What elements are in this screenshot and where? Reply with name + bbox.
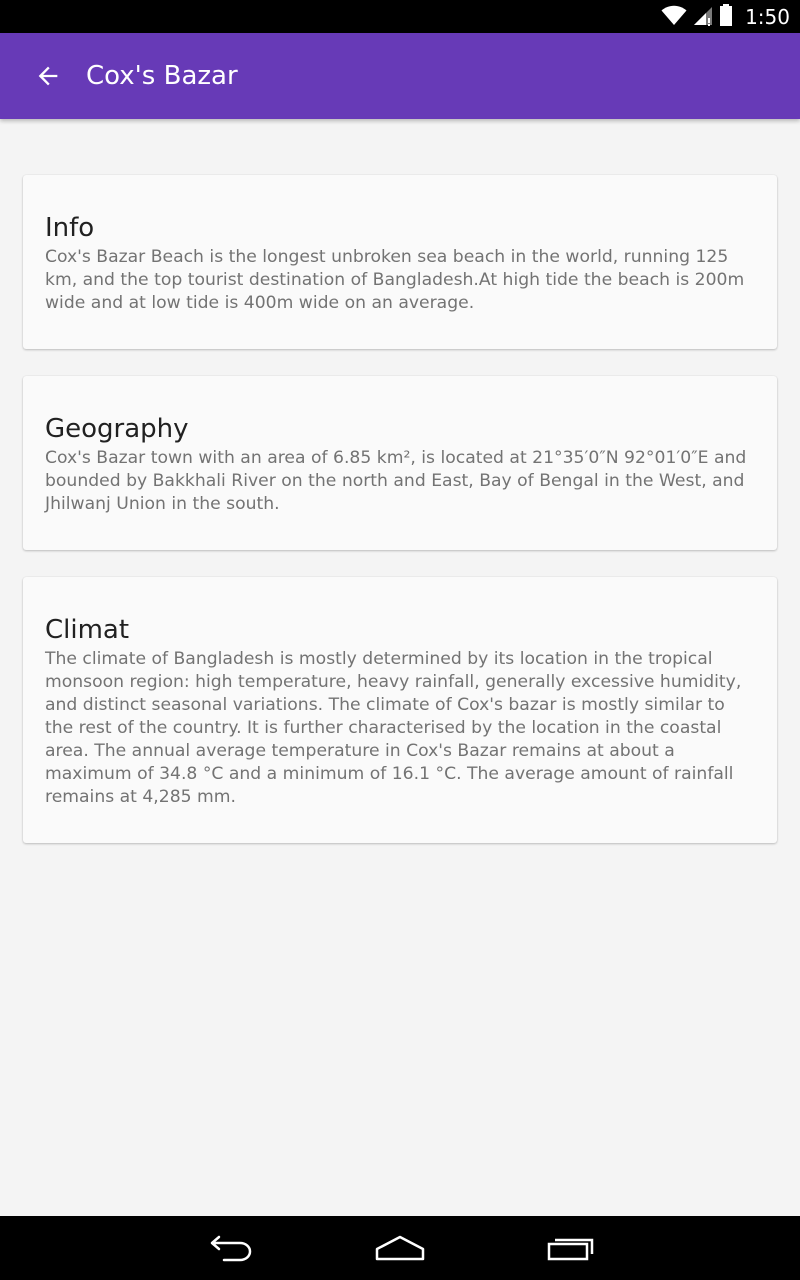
card-title: Climat: [45, 615, 130, 645]
back-button[interactable]: [24, 52, 72, 100]
geography-card: Geography Cox's Bazar town with an area …: [23, 376, 777, 550]
status-icons: 1:50: [661, 0, 790, 33]
content-list: Info Cox's Bazar Beach is the longest un…: [23, 175, 777, 870]
cell-signal-icon: [693, 4, 713, 30]
nav-home-icon: [375, 1235, 425, 1261]
page-title: Cox's Bazar: [86, 61, 238, 91]
nav-back-button[interactable]: [180, 1216, 280, 1280]
nav-back-icon: [210, 1235, 252, 1262]
nav-recents-icon: [547, 1238, 594, 1261]
card-title: Geography: [45, 414, 189, 444]
nav-recents-button[interactable]: [521, 1216, 621, 1280]
info-card: Info Cox's Bazar Beach is the longest un…: [23, 175, 777, 349]
arrow-back-icon: [38, 66, 58, 86]
navigation-bar: [0, 1216, 800, 1280]
card-title: Info: [45, 213, 95, 243]
card-body: The climate of Bangladesh is mostly dete…: [45, 649, 742, 807]
app-bar: Cox's Bazar: [0, 33, 800, 119]
status-time: 1:50: [745, 4, 790, 29]
climate-card: Climat The climate of Bangladesh is most…: [23, 577, 777, 843]
card-body: Cox's Bazar Beach is the longest unbroke…: [45, 247, 745, 313]
nav-home-button[interactable]: [350, 1216, 450, 1280]
battery-icon: [719, 3, 733, 31]
wifi-icon: [661, 4, 687, 30]
card-body: Cox's Bazar town with an area of 6.85 km…: [45, 448, 747, 514]
status-bar: 1:50: [0, 0, 800, 33]
